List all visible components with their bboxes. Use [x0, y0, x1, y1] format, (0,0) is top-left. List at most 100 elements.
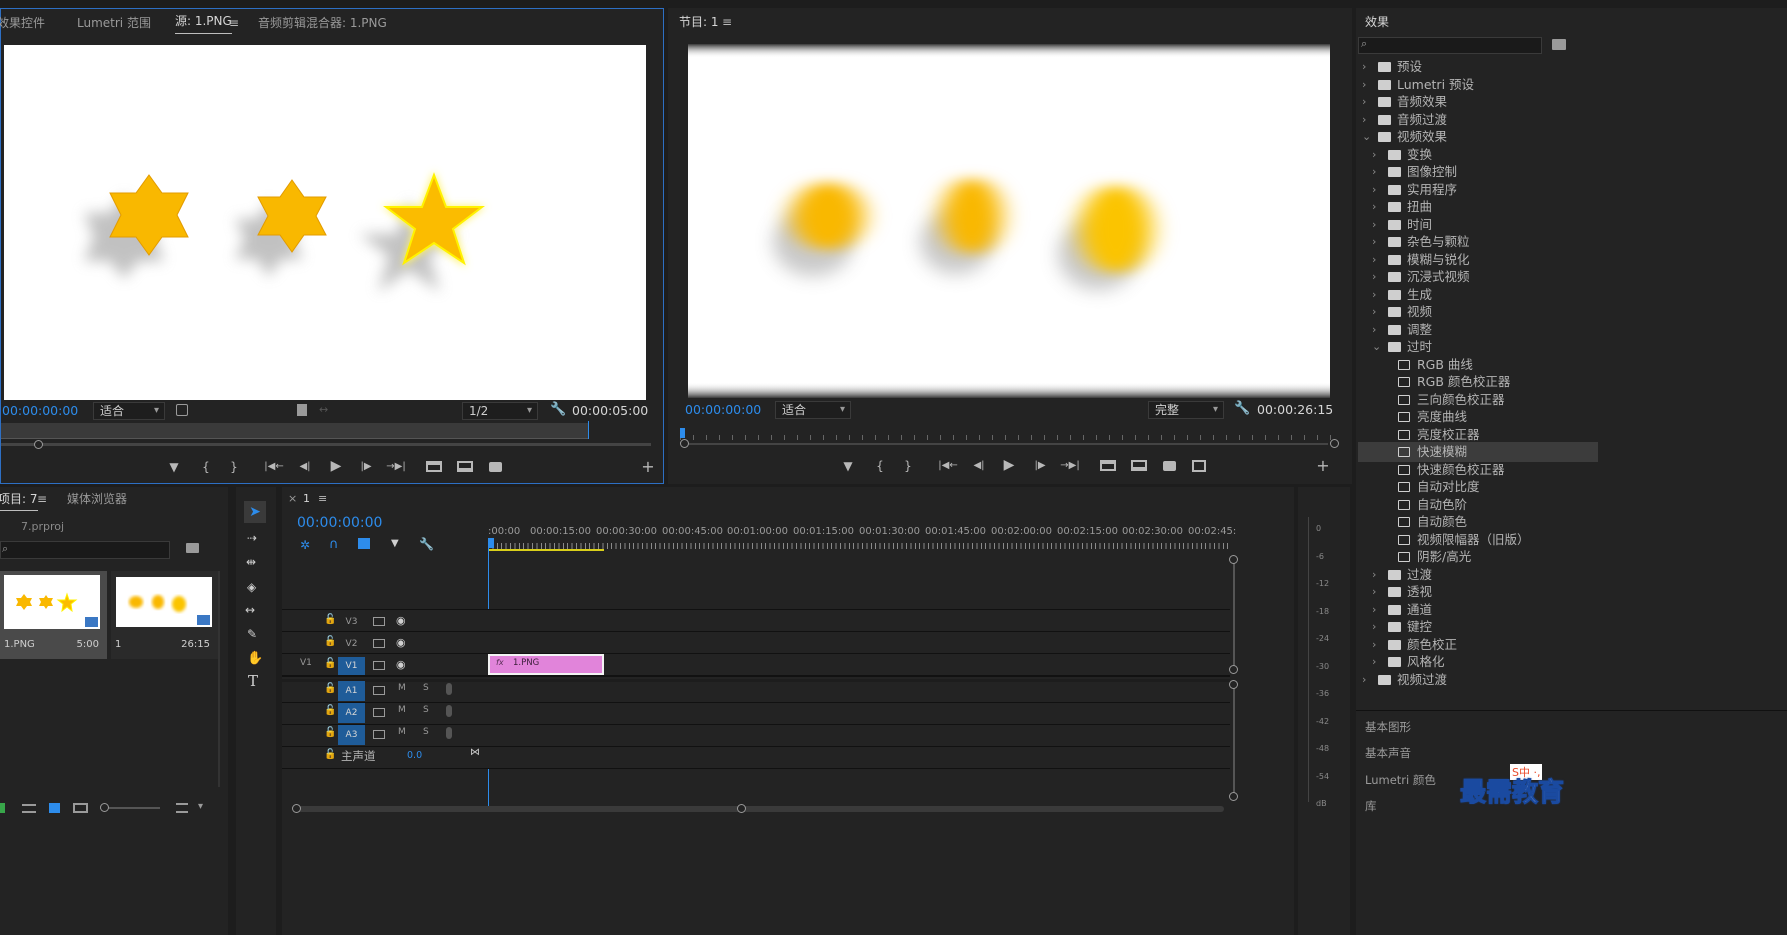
work-area-bar[interactable]: [488, 549, 604, 551]
timeline-settings-wrench-icon[interactable]: 🔧: [419, 537, 434, 551]
voiceover-mic-icon[interactable]: [446, 705, 452, 717]
program-zoom-bar[interactable]: [688, 443, 1328, 445]
voiceover-mic-icon[interactable]: [446, 683, 452, 695]
sort-icon[interactable]: [176, 803, 188, 813]
master-volume-value[interactable]: 0.0: [407, 750, 422, 761]
panel-essential-sound[interactable]: 基本声音: [1365, 745, 1411, 761]
track-lock-icon[interactable]: 🔓: [324, 727, 336, 738]
mute-button[interactable]: M: [398, 705, 406, 715]
track-lock-icon[interactable]: 🔓: [324, 614, 336, 625]
timeline-ruler[interactable]: :00:00 00:00:15:00 00:00:30:00 00:00:45:…: [488, 525, 1236, 553]
source-patch-v1[interactable]: V1: [300, 658, 312, 668]
snap-icon[interactable]: ∩: [329, 537, 339, 552]
linked-selection-icon[interactable]: [358, 538, 370, 549]
sync-lock-icon[interactable]: [373, 708, 385, 717]
effects-tree-item[interactable]: › 视频过渡: [1358, 670, 1598, 690]
sort-chevron-down-icon[interactable]: ▾: [198, 801, 203, 812]
source-safe-margin-icon[interactable]: [176, 404, 188, 416]
source-go-to-in-button[interactable]: |◀←: [261, 457, 287, 477]
program-playhead[interactable]: [680, 428, 685, 438]
source-export-frame-button[interactable]: [489, 462, 502, 472]
add-marker-icon[interactable]: ▼: [391, 538, 399, 549]
mute-button[interactable]: M: [398, 727, 406, 737]
selection-tool-button[interactable]: ➤: [244, 501, 266, 523]
source-drag-video-icon[interactable]: ↔: [319, 403, 328, 416]
audio-scroll-handle-top[interactable]: [1229, 680, 1238, 689]
source-fit-select[interactable]: 适合: [93, 402, 165, 420]
program-zoom-handle-right[interactable]: [1330, 439, 1339, 448]
audio-scroll-handle-bottom[interactable]: [1229, 792, 1238, 801]
track-target[interactable]: V3: [338, 614, 365, 630]
project-item-sequence[interactable]: 1 26:15: [111, 571, 218, 659]
eye-icon[interactable]: ◉: [396, 658, 406, 671]
program-step-forward-button[interactable]: |▶: [1029, 456, 1051, 476]
source-add-marker-button[interactable]: ▼: [164, 457, 184, 477]
source-step-back-button[interactable]: ◀|: [294, 457, 316, 477]
program-go-to-in-button[interactable]: |◀←: [935, 456, 961, 476]
tab-audio-clip-mixer[interactable]: 音频剪辑混合器: 1.PNG: [258, 9, 387, 37]
program-export-frame-button[interactable]: [1163, 461, 1176, 471]
list-view-icon[interactable]: [22, 804, 36, 813]
program-go-to-out-button[interactable]: →▶|: [1057, 456, 1083, 476]
project-item-1png[interactable]: 1.PNG 5:00: [0, 571, 107, 659]
voiceover-mic-icon[interactable]: [446, 727, 452, 739]
timeline-zoom-handle-right[interactable]: [737, 804, 746, 813]
sync-lock-icon[interactable]: [373, 617, 385, 626]
chevron-right-icon[interactable]: ›: [1362, 670, 1366, 690]
program-time-ruler[interactable]: [680, 428, 1338, 440]
source-play-button[interactable]: ▶: [325, 456, 347, 476]
sync-lock-icon[interactable]: [373, 661, 385, 670]
eye-icon[interactable]: ◉: [396, 614, 406, 627]
program-play-button[interactable]: ▶: [998, 455, 1020, 475]
tab-effect-controls[interactable]: 效果控件: [0, 9, 45, 37]
track-target[interactable]: A3: [338, 725, 365, 745]
timeline-zoom-bar[interactable]: [296, 806, 1224, 812]
source-button-editor-button[interactable]: +: [639, 457, 657, 477]
source-mark-in-button[interactable]: {: [196, 457, 216, 477]
program-add-marker-button[interactable]: ▼: [838, 456, 858, 476]
source-panel-menu-icon[interactable]: ≡: [229, 9, 239, 37]
solo-button[interactable]: S: [423, 727, 429, 737]
program-timecode-in[interactable]: 00:00:00:00: [685, 402, 761, 417]
program-zoom-handle-left[interactable]: [680, 439, 689, 448]
icon-view-icon[interactable]: [49, 803, 60, 813]
tab-source[interactable]: 源: 1.PNG: [175, 12, 232, 34]
timeline-zoom-handle-left[interactable]: [292, 804, 301, 813]
track-lock-icon[interactable]: 🔓: [324, 705, 336, 716]
source-zoom-bar[interactable]: [1, 443, 651, 446]
program-panel-menu-icon[interactable]: ≡: [722, 8, 732, 36]
effects-search-input[interactable]: [1358, 37, 1542, 54]
program-fit-select[interactable]: 适合: [775, 401, 851, 419]
program-button-editor-button[interactable]: +: [1314, 456, 1332, 476]
audio-track-scrollbar[interactable]: [1233, 686, 1235, 796]
source-step-forward-button[interactable]: |▶: [355, 457, 377, 477]
source-insert-button[interactable]: [426, 461, 442, 472]
slip-tool-button[interactable]: ↔: [245, 603, 255, 617]
track-target[interactable]: V2: [338, 636, 365, 652]
track-lock-icon[interactable]: 🔓: [324, 658, 336, 669]
track-target[interactable]: V1: [338, 657, 365, 675]
tab-program[interactable]: 节目: 1: [679, 8, 719, 36]
program-settings-wrench-icon[interactable]: 🔧: [1234, 401, 1250, 416]
timeline-timecode[interactable]: 00:00:00:00: [297, 515, 382, 531]
program-quality-select[interactable]: 完整: [1148, 401, 1224, 419]
solo-button[interactable]: S: [423, 705, 429, 715]
program-lift-button[interactable]: [1100, 460, 1116, 471]
ripple-edit-tool-button[interactable]: ⇹: [246, 555, 256, 569]
source-insert-icon[interactable]: [297, 404, 307, 416]
sync-lock-icon[interactable]: [373, 730, 385, 739]
eye-icon[interactable]: ◉: [396, 636, 406, 649]
panel-lumetri-color[interactable]: Lumetri 颜色: [1365, 772, 1436, 788]
master-collapse-icon[interactable]: ⋈: [470, 747, 480, 758]
source-mark-out-button[interactable]: }: [224, 457, 244, 477]
mute-button[interactable]: M: [398, 683, 406, 693]
panel-libraries[interactable]: 库: [1365, 798, 1377, 814]
source-settings-wrench-icon[interactable]: 🔧: [550, 402, 566, 417]
sync-lock-icon[interactable]: [373, 639, 385, 648]
lock-icon[interactable]: [0, 803, 5, 813]
nest-toggle-icon[interactable]: ✲: [300, 538, 310, 552]
new-custom-bin-icon[interactable]: [1552, 39, 1566, 50]
source-resolution-select[interactable]: 1/2: [462, 402, 538, 420]
program-step-back-button[interactable]: ◀|: [968, 456, 990, 476]
sync-lock-icon[interactable]: [373, 686, 385, 695]
